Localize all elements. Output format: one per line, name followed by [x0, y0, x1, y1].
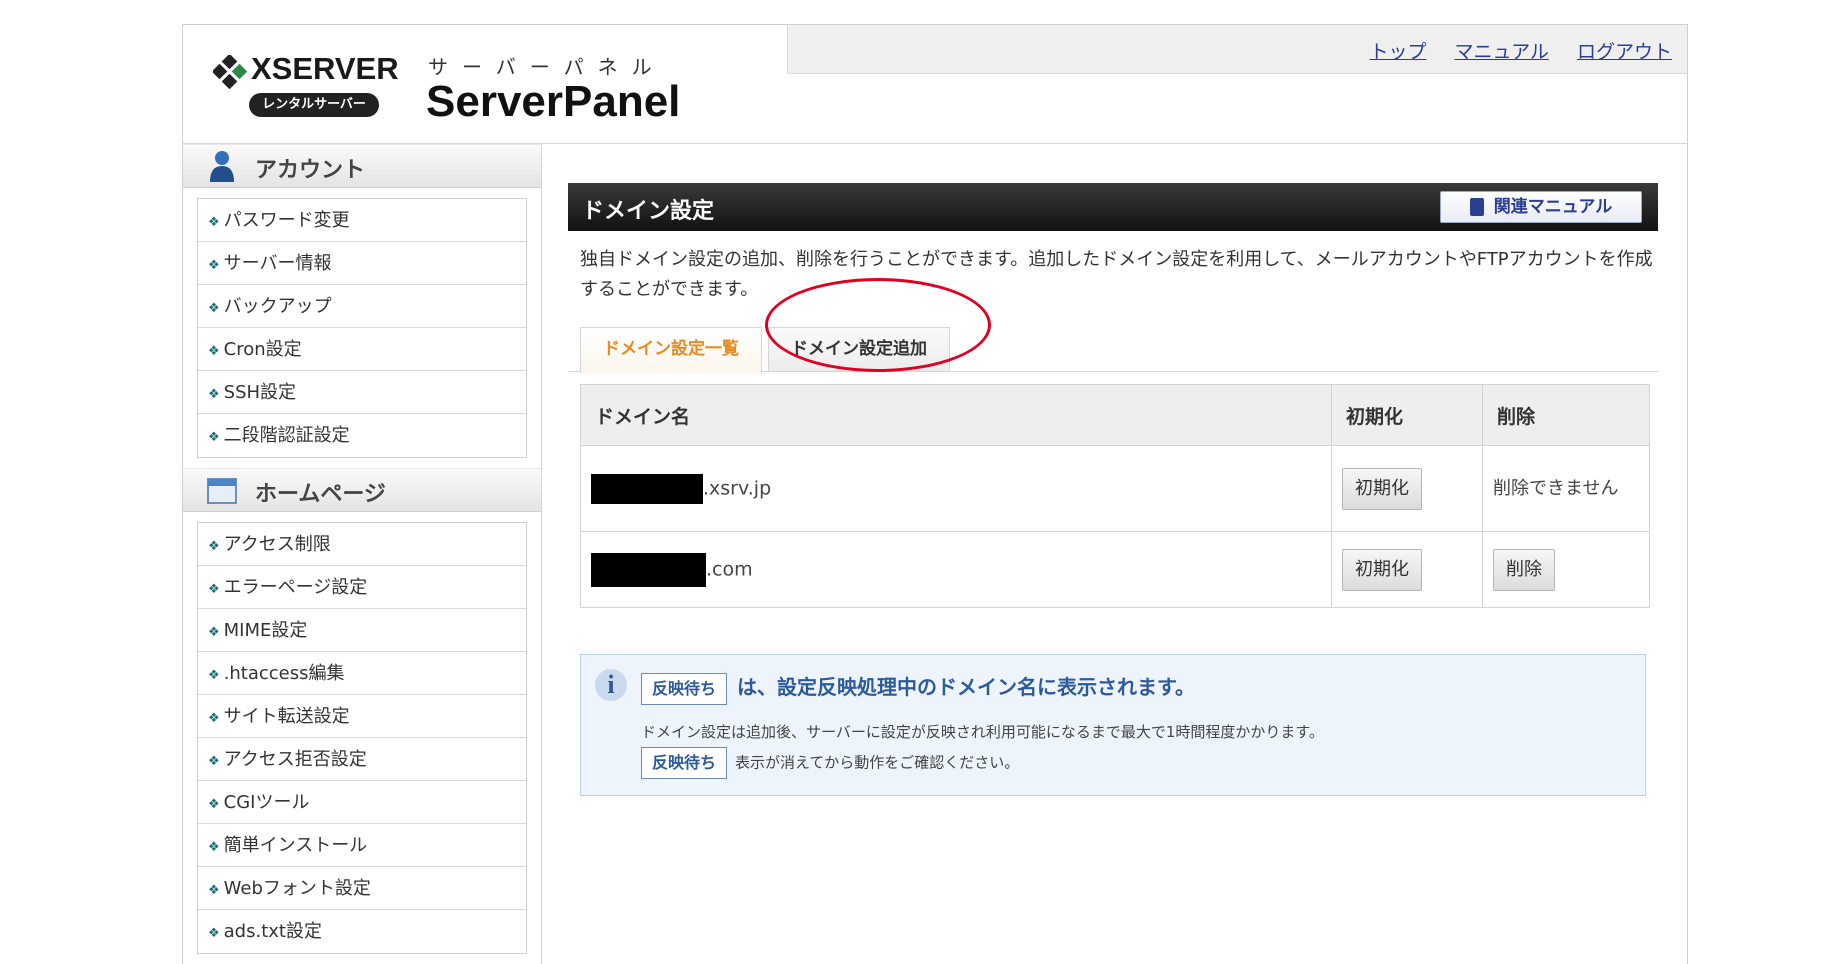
- chevron-right-icon: ❖: [208, 301, 220, 316]
- sidebar-item-easy-install[interactable]: ❖ 簡単インストール: [198, 824, 526, 867]
- column-header-init: 初期化: [1331, 384, 1483, 446]
- sidebar-item-htaccess[interactable]: ❖ .htaccess編集: [198, 652, 526, 695]
- init-button[interactable]: 初期化: [1342, 467, 1422, 510]
- sidebar-item-error-page[interactable]: ❖ エラーページ設定: [198, 566, 526, 609]
- chevron-right-icon: ❖: [208, 711, 220, 726]
- domain-cell: .com: [580, 531, 1332, 608]
- xserver-logo[interactable]: XSERVER レンタルサーバー: [213, 49, 403, 119]
- info-box: i 反映待ち は、設定反映処理中のドメイン名に表示されます。 ドメイン設定は追加後…: [580, 654, 1646, 796]
- sidebar: アカウント ❖ パスワード変更 ❖ サーバー情報 ❖ バックアップ ❖ Cron設定 ❖…: [183, 144, 542, 964]
- sidebar-item-server-info[interactable]: ❖ サーバー情報: [198, 242, 526, 285]
- tab-bar: ドメイン設定一覧 ドメイン設定追加: [568, 327, 1658, 373]
- top-link[interactable]: トップ: [1369, 41, 1426, 63]
- related-manual-button[interactable]: 関連マニュアル: [1440, 191, 1642, 223]
- info-icon: i: [595, 669, 627, 701]
- chevron-right-icon: ❖: [208, 539, 220, 554]
- top-nav-bar: トップ マニュアル ログアウト: [787, 25, 1687, 74]
- chevron-right-icon: ❖: [208, 430, 220, 445]
- sidebar-item-mime[interactable]: ❖ MIME設定: [198, 609, 526, 652]
- top-links: トップ マニュアル ログアウト: [1347, 37, 1672, 64]
- manual-link[interactable]: マニュアル: [1455, 41, 1549, 63]
- sidebar-item-password[interactable]: ❖ パスワード変更: [198, 199, 526, 242]
- init-button[interactable]: 初期化: [1342, 548, 1422, 591]
- column-header-domain: ドメイン名: [580, 384, 1332, 446]
- sidebar-item-backup[interactable]: ❖ バックアップ: [198, 285, 526, 328]
- homepage-icon: [207, 478, 237, 504]
- chevron-right-icon: ❖: [208, 387, 220, 402]
- logo-badge: レンタルサーバー: [249, 93, 379, 117]
- sidebar-list-account: ❖ パスワード変更 ❖ サーバー情報 ❖ バックアップ ❖ Cron設定 ❖ SSH設定 …: [197, 198, 527, 458]
- page-description: 独自ドメイン設定の追加、削除を行うことができます。追加したドメイン設定を利用して…: [580, 249, 1653, 300]
- main-content: ドメイン設定 関連マニュアル 独自ドメイン設定の追加、削除を行うことができます。…: [568, 183, 1668, 796]
- tab-domain-list[interactable]: ドメイン設定一覧: [580, 327, 762, 373]
- chevron-right-icon: ❖: [208, 668, 220, 683]
- book-icon: [1469, 198, 1484, 216]
- tab-domain-add[interactable]: ドメイン設定追加: [768, 327, 950, 371]
- sidebar-section-account: アカウント: [183, 144, 541, 188]
- column-header-delete: 削除: [1482, 384, 1650, 446]
- chevron-right-icon: ❖: [208, 625, 220, 640]
- sidebar-section-title: ホームページ: [255, 482, 386, 507]
- domain-cell: .xsrv.jp: [580, 445, 1332, 532]
- delete-button[interactable]: 削除: [1493, 548, 1555, 591]
- info-note-2: 反映待ち 表示が消えてから動作をご確認ください。: [641, 747, 1019, 779]
- sidebar-item-webfont[interactable]: ❖ Webフォント設定: [198, 867, 526, 910]
- sidebar-item-access-deny[interactable]: ❖ アクセス拒否設定: [198, 738, 526, 781]
- page-title: ドメイン設定: [582, 199, 715, 224]
- chevron-right-icon: ❖: [208, 926, 220, 941]
- sidebar-item-ssh[interactable]: ❖ SSH設定: [198, 371, 526, 414]
- pending-badge: 反映待ち: [641, 672, 728, 705]
- info-headline: 反映待ち は、設定反映処理中のドメイン名に表示されます。: [641, 671, 1195, 705]
- panel-title: ServerPanel: [426, 77, 681, 126]
- user-icon: [210, 151, 234, 182]
- redacted-block: [591, 473, 703, 504]
- chevron-right-icon: ❖: [208, 258, 220, 273]
- domain-suffix: .xsrv.jp: [703, 477, 772, 499]
- sidebar-item-site-redirect[interactable]: ❖ サイト転送設定: [198, 695, 526, 738]
- logo-brand: XSERVER: [251, 51, 399, 86]
- domain-table: ドメイン名 初期化 削除 .xsrv.jp 初期化 削除できません .com 初…: [580, 384, 1650, 608]
- chevron-right-icon: ❖: [208, 797, 220, 812]
- xserver-logo-mark-icon: [213, 55, 247, 89]
- info-note: ドメイン設定は追加後、サーバーに設定が反映され利用可能になるまで最大で1時間程度…: [641, 723, 1324, 741]
- server-panel-frame: XSERVER レンタルサーバー サーバーパネル ServerPanel トップ…: [182, 24, 1688, 964]
- delete-cell: 削除: [1482, 531, 1650, 608]
- chevron-right-icon: ❖: [208, 754, 220, 769]
- chevron-right-icon: ❖: [208, 840, 220, 855]
- sidebar-item-access-restriction[interactable]: ❖ アクセス制限: [198, 523, 526, 566]
- page-title-bar: ドメイン設定 関連マニュアル: [568, 183, 1658, 231]
- chevron-right-icon: ❖: [208, 344, 220, 359]
- logout-link[interactable]: ログアウト: [1577, 41, 1672, 63]
- sidebar-section-title: アカウント: [255, 158, 366, 183]
- pending-badge: 反映待ち: [641, 747, 728, 779]
- header: XSERVER レンタルサーバー サーバーパネル ServerPanel トップ…: [183, 25, 1687, 144]
- table-row: .com 初期化 削除: [580, 531, 1650, 608]
- delete-status: 削除できません: [1482, 445, 1650, 532]
- init-cell: 初期化: [1331, 531, 1483, 608]
- chevron-right-icon: ❖: [208, 215, 220, 230]
- sidebar-section-homepage: ホームページ: [183, 468, 541, 512]
- domain-suffix: .com: [706, 558, 753, 580]
- table-header-row: ドメイン名 初期化 削除: [580, 384, 1650, 446]
- chevron-right-icon: ❖: [208, 883, 220, 898]
- chevron-right-icon: ❖: [208, 582, 220, 597]
- sidebar-item-cron[interactable]: ❖ Cron設定: [198, 328, 526, 371]
- sidebar-list-homepage: ❖ アクセス制限 ❖ エラーページ設定 ❖ MIME設定 ❖ .htaccess編集 ❖…: [197, 522, 527, 954]
- redacted-block: [591, 552, 706, 587]
- sidebar-item-cgi[interactable]: ❖ CGIツール: [198, 781, 526, 824]
- init-cell: 初期化: [1331, 445, 1483, 532]
- panel-kana: サーバーパネル: [428, 55, 666, 79]
- sidebar-item-2fa[interactable]: ❖ 二段階認証設定: [198, 414, 526, 457]
- sidebar-item-ads-txt[interactable]: ❖ ads.txt設定: [198, 910, 526, 953]
- table-row: .xsrv.jp 初期化 削除できません: [580, 445, 1650, 532]
